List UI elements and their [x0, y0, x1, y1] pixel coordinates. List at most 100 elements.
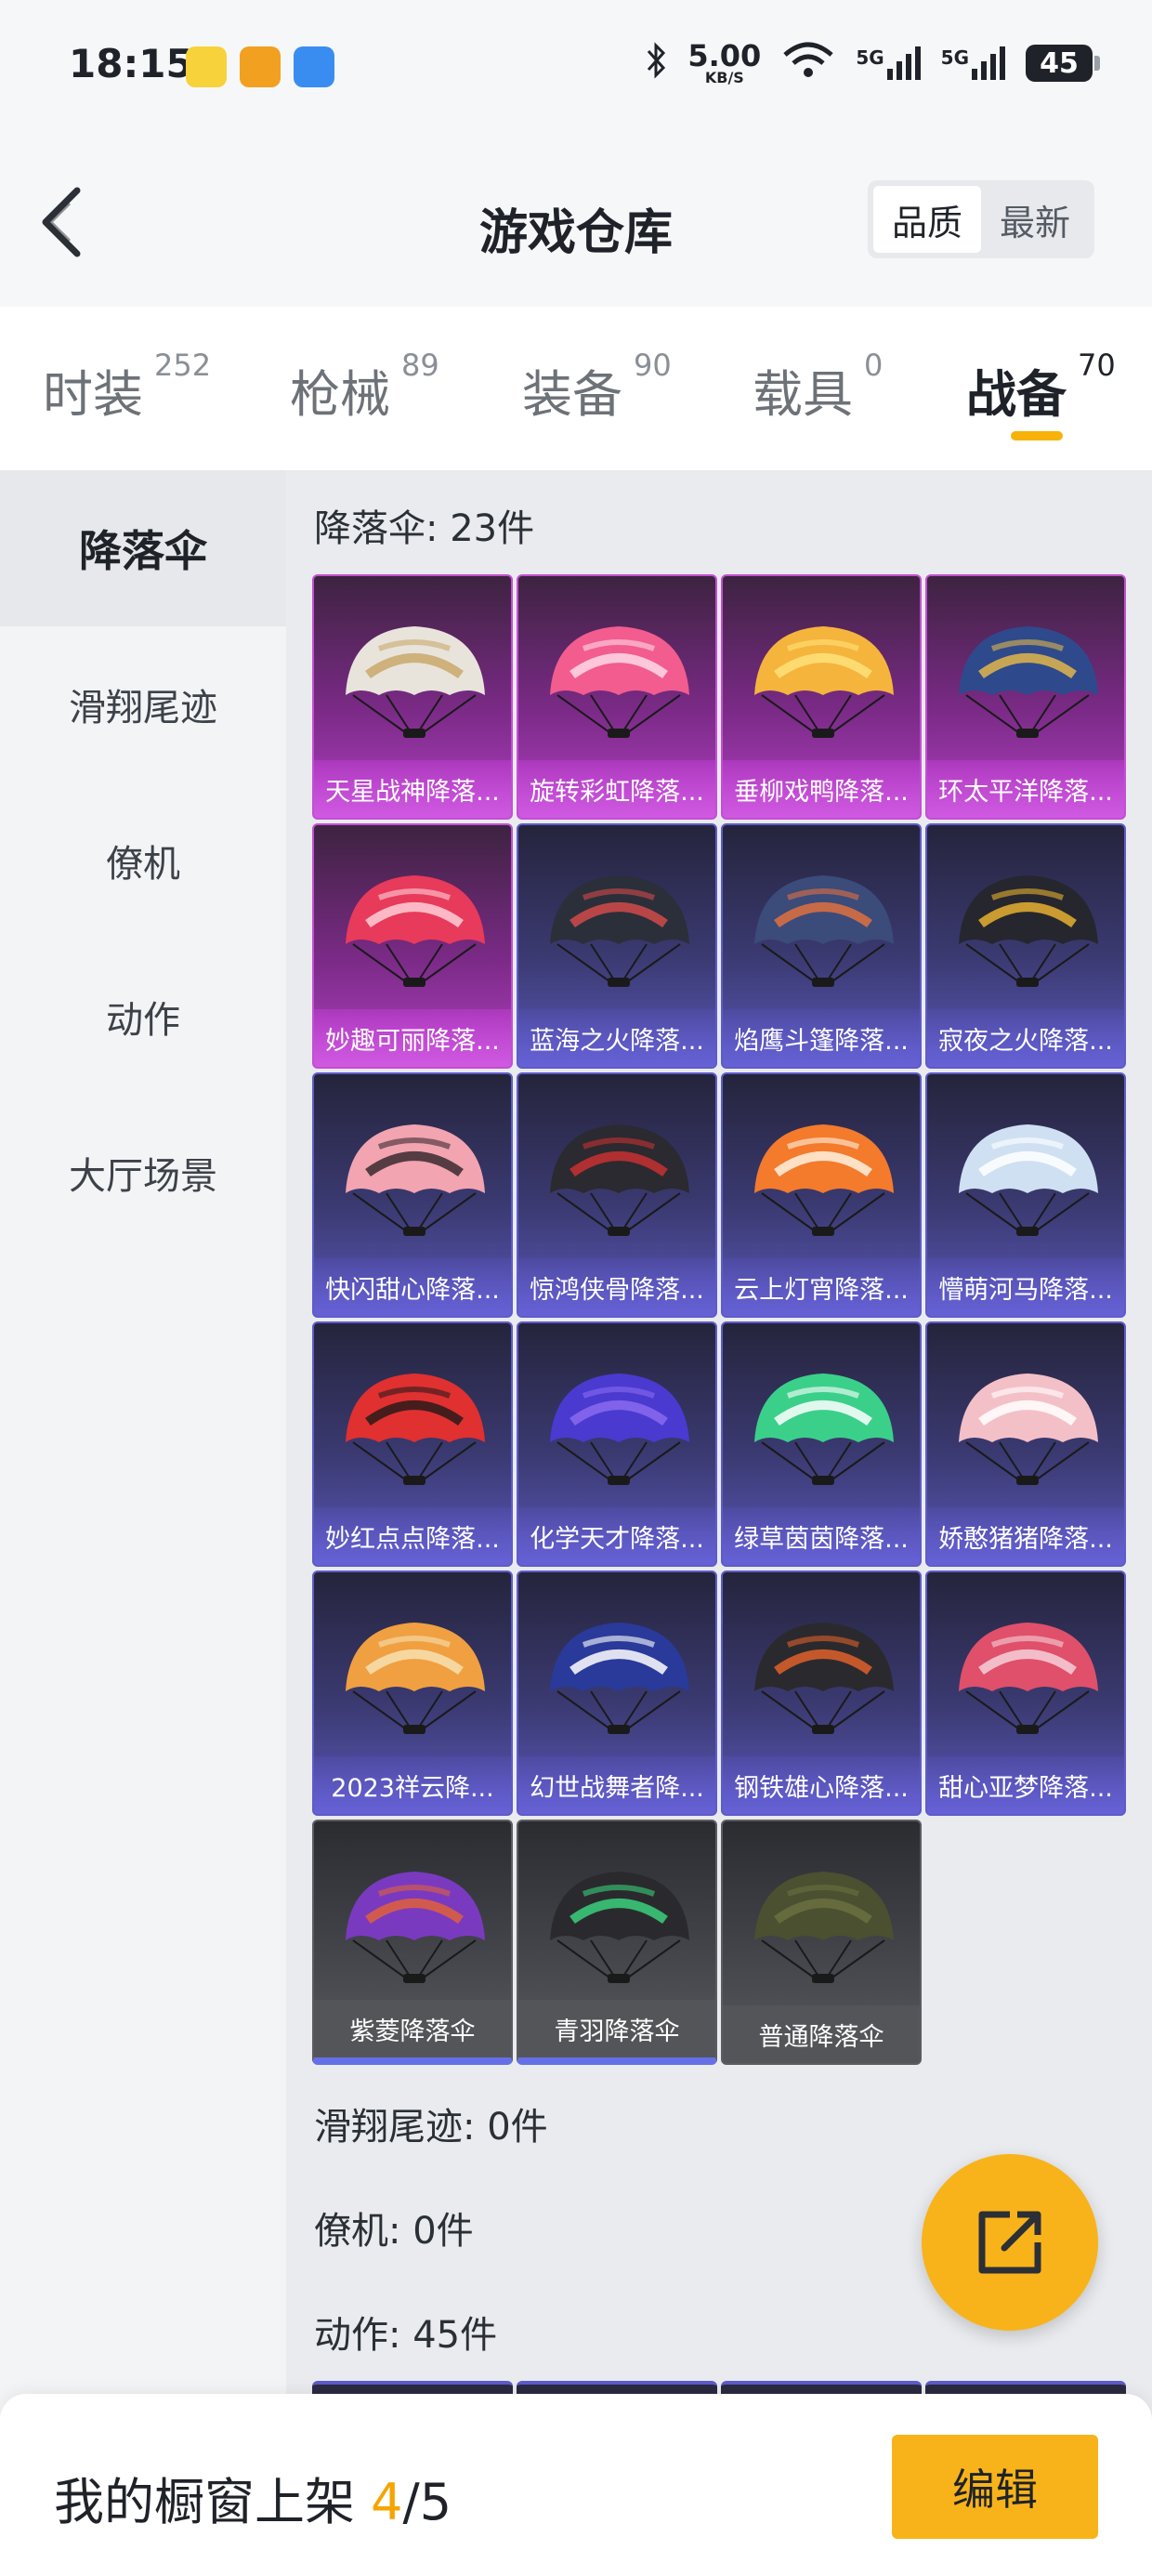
bluetooth-icon [645, 41, 667, 85]
wifi-icon [781, 42, 835, 85]
parachute-card[interactable]: 普通降落伞 [721, 1820, 922, 2065]
card-footer: 天星战神降落... [314, 760, 511, 818]
parachute-card[interactable]: 2023祥云降... [312, 1571, 513, 1816]
parachute-image [754, 875, 894, 987]
item-name: 妙趣可丽降落... [325, 1026, 500, 1056]
section-label-glide-trail: 滑翔尾迹: 0件 [314, 2106, 548, 2149]
parachute-card[interactable]: 幻世战舞者降... [517, 1571, 717, 1816]
parachute-card[interactable]: 妙趣可丽降落... [312, 823, 513, 1069]
item-name: 天星战神降落... [325, 777, 500, 807]
parachute-image [959, 1373, 1098, 1485]
parachute-image [550, 626, 689, 738]
tab-weapons[interactable]: 枪械 89 [290, 348, 439, 427]
parachute-card[interactable]: 旋转彩虹降落... [517, 574, 717, 820]
parachute-card[interactable]: 惊鸿侠骨降落... [517, 1072, 717, 1318]
item-name: 幻世战舞者降... [530, 1773, 704, 1803]
item-name: 紫菱降落伞 [349, 2017, 476, 2046]
tab-fashion[interactable]: 时装 252 [43, 348, 211, 427]
section-label-wingman: 僚机: 0件 [314, 2210, 474, 2253]
category-tabs: 时装 252 枪械 89 装备 90 载具 0 战备 70 [0, 307, 1152, 470]
parachute-card[interactable]: 蓝海之火降落... [517, 823, 717, 1069]
sort-toggle: 品质 最新 [868, 180, 1094, 258]
parachute-image [550, 1373, 689, 1485]
card-footer: 绿草茵茵降落... [723, 1507, 920, 1565]
parachute-image [959, 1623, 1098, 1734]
card-footer: 环太平洋降落... [927, 760, 1124, 818]
card-footer: 妙红点点降落... [314, 1507, 511, 1565]
sidebar-item-action[interactable]: 动作 [0, 939, 286, 1095]
card-footer: 垂柳戏鸭降落... [723, 760, 920, 818]
signal-icon: 5G [856, 46, 921, 80]
net-speed: 5.00 KB/S [687, 38, 762, 86]
sort-by-newest-button[interactable]: 最新 [981, 186, 1089, 253]
item-name: 懵萌河马降落... [938, 1275, 1113, 1305]
item-name: 妙红点点降落... [325, 1524, 500, 1554]
card-footer: 惊鸿侠骨降落... [518, 1258, 715, 1316]
item-name: 环太平洋降落... [938, 777, 1113, 807]
app-icon-2 [240, 46, 281, 87]
parachute-card[interactable]: 钢铁雄心降落... [721, 1571, 922, 1816]
parachute-card[interactable]: 环太平洋降落... [925, 574, 1126, 820]
sort-by-quality-button[interactable]: 品质 [873, 186, 981, 253]
parachute-card[interactable]: 化学天才降落... [517, 1321, 717, 1567]
parachute-image [754, 1373, 894, 1485]
parachute-card[interactable]: 绿草茵茵降落... [721, 1321, 922, 1567]
parachute-image [346, 875, 485, 987]
sidebar-item-lobby-scene[interactable]: 大厅场景 [0, 1095, 286, 1251]
app-icon-3 [294, 46, 334, 87]
card-footer: 寂夜之火降落... [927, 1009, 1124, 1067]
parachute-image [754, 1623, 894, 1734]
parachute-card[interactable]: 寂夜之火降落... [925, 823, 1126, 1069]
parachute-image [959, 875, 1098, 987]
section-label-action: 动作: 45件 [314, 2314, 498, 2357]
battery-icon: 45 [1026, 45, 1100, 82]
parachute-image [346, 1872, 485, 1983]
card-footer: 钢铁雄心降落... [723, 1756, 920, 1814]
signal-icon: 5G [941, 46, 1005, 80]
parachute-card[interactable]: 天星战神降落... [312, 574, 513, 820]
item-name: 绿草茵茵降落... [734, 1524, 909, 1554]
parachute-card[interactable]: 云上灯宵降落... [721, 1072, 922, 1318]
item-name: 云上灯宵降落... [734, 1275, 909, 1305]
card-footer: 蓝海之火降落... [518, 1009, 715, 1067]
active-tab-indicator [1011, 431, 1063, 440]
sidebar-item-wingman[interactable]: 僚机 [0, 782, 286, 939]
app-header: 游戏仓库 品质 最新 [0, 139, 1152, 307]
card-footer: 旋转彩虹降落... [518, 760, 715, 818]
sidebar-item-parachute[interactable]: 降落伞 [0, 470, 286, 626]
parachute-card[interactable]: 快闪甜心降落... [312, 1072, 513, 1318]
bottom-bar: 我的橱窗上架 4/5 编辑 [0, 2394, 1152, 2576]
edit-button[interactable]: 编辑 [892, 2435, 1098, 2539]
parachute-image [550, 1124, 689, 1236]
item-name: 甜心亚梦降落... [938, 1773, 1113, 1803]
parachute-card[interactable]: 青羽降落伞 [517, 1820, 717, 2065]
parachute-card[interactable]: 垂柳戏鸭降落... [721, 574, 922, 820]
share-button[interactable] [922, 2154, 1098, 2331]
tab-combat-prep[interactable]: 战备 70 [966, 348, 1116, 427]
parachute-card[interactable]: 甜心亚梦降落... [925, 1571, 1126, 1816]
parachute-card[interactable]: 懵萌河马降落... [925, 1072, 1126, 1318]
item-name: 普通降落伞 [758, 2022, 884, 2052]
card-footer: 化学天才降落... [518, 1507, 715, 1565]
item-name: 惊鸿侠骨降落... [530, 1275, 704, 1305]
sidebar-item-glide-trail[interactable]: 滑翔尾迹 [0, 626, 286, 782]
card-footer: 紫菱降落伞 [314, 2000, 511, 2057]
parachute-card[interactable]: 娇憨猪猪降落... [925, 1321, 1126, 1567]
item-name: 焰鹰斗篷降落... [734, 1026, 909, 1056]
item-name: 钢铁雄心降落... [734, 1773, 909, 1803]
tab-equipment[interactable]: 装备 90 [522, 348, 672, 427]
parachute-card[interactable]: 焰鹰斗篷降落... [721, 823, 922, 1069]
parachute-card[interactable]: 妙红点点降落... [312, 1321, 513, 1567]
card-footer: 幻世战舞者降... [518, 1756, 715, 1814]
card-footer: 普通降落伞 [723, 2005, 920, 2063]
item-name: 快闪甜心降落... [325, 1275, 500, 1305]
parachute-card[interactable]: 紫菱降落伞 [312, 1820, 513, 2065]
status-bar: 18:15 5.00 KB/S 5G 5G 45 [0, 0, 1152, 139]
parachute-image [754, 1872, 894, 1983]
parachute-image [550, 875, 689, 987]
item-name: 化学天才降落... [530, 1524, 704, 1554]
item-name: 青羽降落伞 [554, 2017, 680, 2046]
card-footer: 妙趣可丽降落... [314, 1009, 511, 1067]
card-footer: 娇憨猪猪降落... [927, 1507, 1124, 1565]
tab-vehicles[interactable]: 载具 0 [753, 348, 883, 427]
